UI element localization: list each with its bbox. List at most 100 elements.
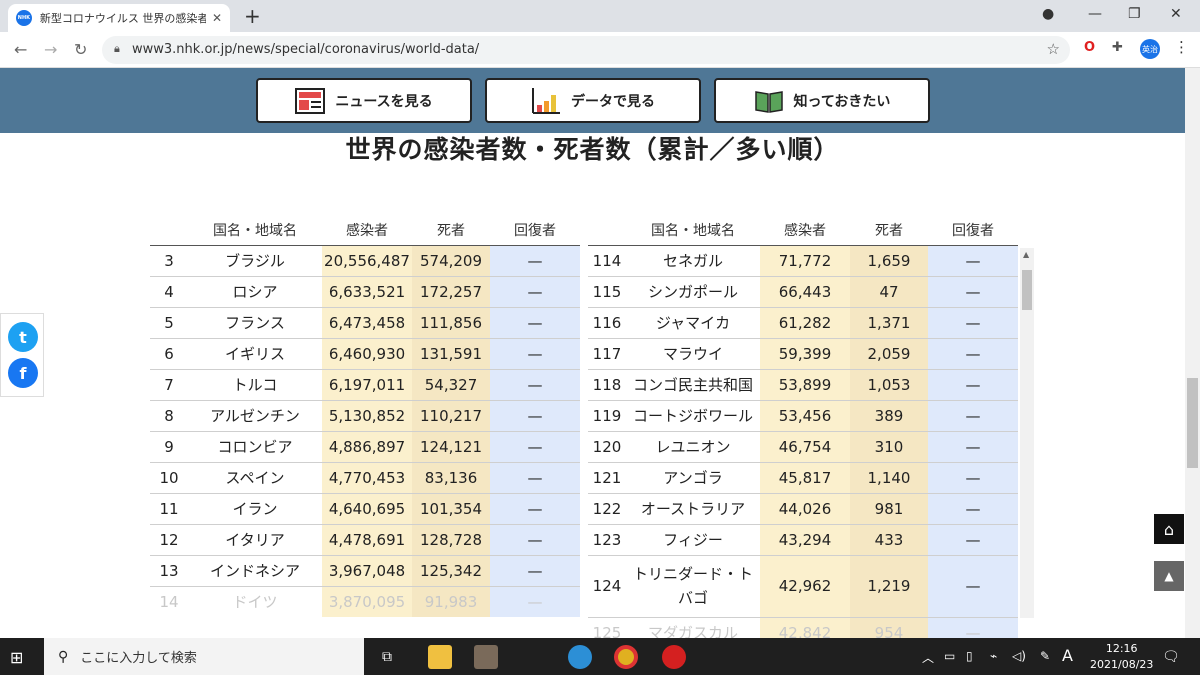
country-header: 国名・地域名 (188, 215, 322, 246)
deaths-cell: 47 (850, 276, 928, 308)
page-scroll-thumb[interactable] (1187, 378, 1198, 468)
url-text: www3.nhk.or.jp/news/special/coronavirus/… (132, 42, 480, 57)
edge-browser-icon[interactable] (568, 645, 592, 669)
deaths-cell: 101,354 (412, 493, 490, 525)
table-row: 9 コロンビア 4,886,897 124,121— (150, 431, 580, 463)
table-row: 124 トリニダード・トバゴ 42,962 1,219— (588, 555, 1018, 618)
network-icon[interactable]: ⌁ (990, 649, 997, 663)
cases-cell: 45,817 (760, 462, 850, 494)
tab-close-icon[interactable]: ✕ (212, 11, 222, 25)
home-icon[interactable]: ⌂ (1154, 514, 1184, 544)
cases-cell: 59,399 (760, 338, 850, 370)
deaths-cell: 131,591 (412, 338, 490, 370)
taskbar-clock[interactable]: 12:16 2021/08/23 (1090, 641, 1153, 673)
country-cell: アンゴラ (626, 462, 760, 494)
rank-cell: 118 (588, 369, 626, 401)
cases-cell: 4,886,897 (322, 431, 412, 463)
battery-icon[interactable]: ▯ (966, 649, 973, 663)
rank-cell: 7 (150, 369, 188, 401)
table-row: 118 コンゴ民主共和国 53,899 1,053— (588, 369, 1018, 401)
tray-device-icon[interactable]: ▭ (944, 649, 955, 663)
recovered-cell: — (928, 276, 1018, 308)
country-header: 国名・地域名 (626, 215, 760, 246)
cases-cell: 6,460,930 (322, 338, 412, 370)
forward-icon[interactable]: → (44, 40, 57, 59)
header-band: ニュースを見る データで見る 知っておきたい (0, 68, 1185, 133)
facebook-icon[interactable]: f (8, 358, 38, 388)
recovered-header: 回復者 (490, 215, 580, 246)
rank-cell: 11 (150, 493, 188, 525)
taskbar-search-box[interactable]: ⚲ ここに入力して検索 (44, 638, 364, 675)
deaths-cell: 1,371 (850, 307, 928, 339)
cases-cell: 4,640,695 (322, 493, 412, 525)
browser-tab[interactable]: NHK 新型コロナウイルス 世界の感染者数 ✕ (8, 4, 230, 32)
profile-avatar[interactable]: 英治 (1140, 39, 1160, 59)
windows-start-icon[interactable]: ⊞ (10, 648, 23, 667)
file-explorer-icon[interactable] (428, 645, 452, 669)
nav-news-label: ニュースを見る (335, 93, 433, 110)
country-cell: アルゼンチン (188, 400, 322, 432)
restore-icon[interactable]: ❐ (1128, 6, 1141, 22)
table-row: 8 アルゼンチン 5,130,852 110,217— (150, 400, 580, 432)
table-scroll-thumb[interactable] (1022, 270, 1032, 310)
close-window-icon[interactable]: ✕ (1170, 6, 1182, 22)
table-row: 5 フランス 6,473,458 111,856— (150, 307, 580, 339)
reload-icon[interactable]: ↻ (74, 40, 87, 59)
deaths-cell: 1,219 (850, 555, 928, 618)
country-cell: ロシア (188, 276, 322, 308)
cases-cell: 6,633,521 (322, 276, 412, 308)
cases-cell: 46,754 (760, 431, 850, 463)
recovered-cell: — (928, 431, 1018, 463)
rank-cell: 9 (150, 431, 188, 463)
task-view-icon[interactable]: ⧉ (382, 649, 392, 665)
deaths-cell: 1,053 (850, 369, 928, 401)
menu-dots-icon[interactable]: ⋮ (1174, 38, 1189, 56)
rank-cell: 116 (588, 307, 626, 339)
scroll-up-arrow-icon[interactable]: ▲ (1023, 250, 1029, 259)
table-scrollbar[interactable]: ▲ (1020, 248, 1034, 618)
nhk-favicon-icon: NHK (16, 10, 32, 26)
cases-cell: 5,130,852 (322, 400, 412, 432)
rank-cell: 8 (150, 400, 188, 432)
page-scrollbar[interactable] (1185, 68, 1200, 638)
table-row: 125 マダガスカル 42,842 954— (588, 617, 1018, 638)
security-app-icon[interactable] (662, 645, 686, 669)
ime-indicator[interactable]: A (1062, 646, 1073, 665)
address-bar[interactable]: 🔒︎ www3.nhk.or.jp/news/special/coronavir… (102, 36, 1070, 64)
country-cell: レユニオン (626, 431, 760, 463)
tab-search-icon[interactable]: ● (1042, 6, 1054, 22)
twitter-icon[interactable]: t (8, 322, 38, 352)
back-icon[interactable]: ← (14, 40, 27, 59)
nav-news-button[interactable]: ニュースを見る (256, 78, 472, 123)
rank-cell: 10 (150, 462, 188, 494)
country-cell: フランス (188, 307, 322, 339)
table-row: 117 マラウイ 59,399 2,059— (588, 338, 1018, 370)
cases-cell: 6,473,458 (322, 307, 412, 339)
opera-extension-icon[interactable]: O (1084, 40, 1095, 55)
table-row: 3 ブラジル 20,556,487 574,209— (150, 245, 580, 277)
tray-chevron-icon[interactable]: ︿ (922, 649, 934, 666)
deaths-cell: 111,856 (412, 307, 490, 339)
country-cell: コートジボワール (626, 400, 760, 432)
search-icon: ⚲ (58, 648, 69, 665)
recovered-cell: — (490, 369, 580, 401)
recovered-cell: — (490, 431, 580, 463)
recovered-cell: — (490, 245, 580, 277)
volume-icon[interactable]: ◁) (1012, 649, 1026, 663)
minimize-icon[interactable]: — (1088, 6, 1102, 22)
table-row: 120 レユニオン 46,754 310— (588, 431, 1018, 463)
deaths-cell: 1,140 (850, 462, 928, 494)
notification-icon[interactable]: 🗨︎ (1162, 649, 1180, 665)
bookmark-star-icon[interactable]: ☆ (1047, 40, 1060, 58)
deaths-cell: 981 (850, 493, 928, 525)
nav-data-button[interactable]: データで見る (485, 78, 701, 123)
chrome-browser-icon[interactable] (614, 645, 638, 669)
app-thumbnail-icon[interactable] (474, 645, 498, 669)
page-top-button[interactable]: ▲ (1154, 561, 1184, 591)
rank-cell: 4 (150, 276, 188, 308)
nav-knowledge-button[interactable]: 知っておきたい (714, 78, 930, 123)
country-cell: ジャマイカ (626, 307, 760, 339)
extensions-puzzle-icon[interactable]: ✚ (1112, 40, 1123, 55)
pen-icon[interactable]: ✎ (1040, 649, 1050, 663)
new-tab-icon[interactable]: + (244, 4, 261, 28)
